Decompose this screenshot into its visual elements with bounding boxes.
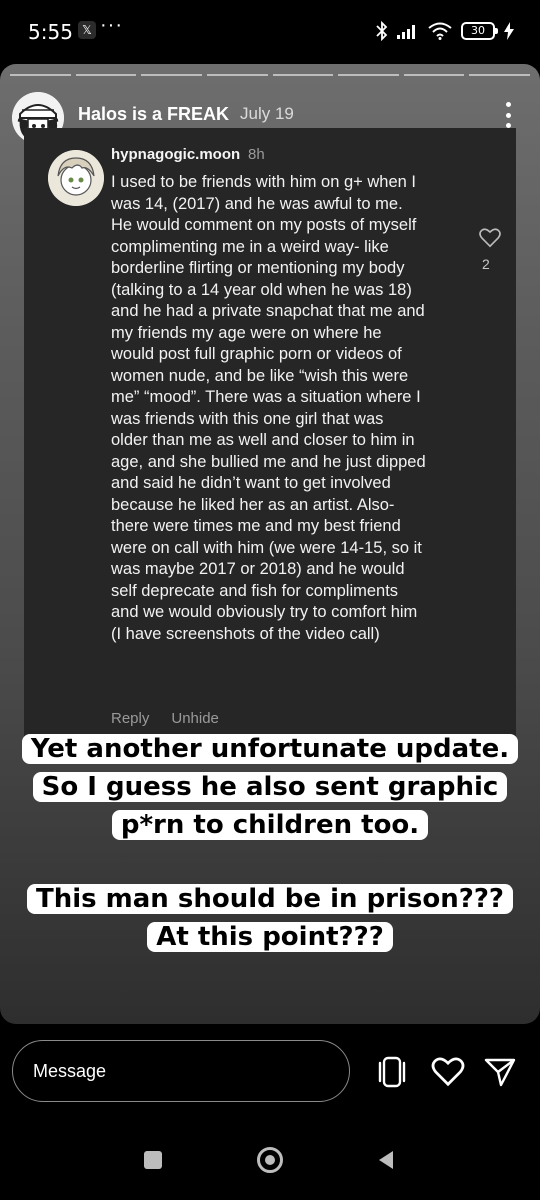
commenter-avatar — [48, 150, 104, 206]
caption-line: At this point??? — [147, 922, 393, 952]
wifi-icon — [428, 22, 452, 40]
caption-line: So I guess he also sent graphic — [32, 772, 508, 802]
comment-like-count: 2 — [482, 256, 490, 272]
caption-line: p*rn to children too. — [111, 810, 429, 840]
recents-square-icon[interactable] — [133, 1140, 173, 1180]
caption-line: Yet another unfortunate update. — [21, 734, 519, 764]
caption-sticker-prison: This man should be in prison??? At this … — [0, 880, 540, 956]
comment-screenshot: hypnagogic.moon 8h I used to be friends … — [24, 128, 516, 740]
status-time: 5:55 — [28, 20, 73, 44]
battery-icon: 30 — [461, 22, 498, 40]
story-view[interactable]: Halos is a FREAK July 19 hypnagogic.moon… — [0, 64, 540, 1024]
send-icon[interactable] — [482, 1054, 518, 1090]
comment-text: I used to be friends with him on g+ when… — [111, 173, 426, 643]
bluetooth-icon — [376, 21, 388, 41]
story-date: July 19 — [240, 104, 294, 123]
unhide-label: Unhide — [171, 710, 219, 727]
message-input[interactable] — [12, 1040, 350, 1102]
commenter-username: hypnagogic.moon — [111, 146, 241, 163]
comment-heart-icon — [479, 228, 501, 248]
reply-label: Reply — [111, 710, 150, 727]
drawn-face-icon — [48, 150, 104, 206]
story-username[interactable]: Halos is a FREAK — [78, 104, 229, 125]
status-icons: 30 — [376, 18, 514, 44]
signal-icon — [397, 25, 415, 39]
caption-line: This man should be in prison??? — [26, 884, 514, 914]
story-progress-bar — [10, 74, 530, 77]
charging-icon — [504, 22, 514, 40]
like-heart-icon[interactable] — [430, 1054, 466, 1090]
more-notifications-icon: ··· — [100, 14, 123, 36]
comment-age: 8h — [248, 146, 265, 163]
back-triangle-icon[interactable] — [366, 1140, 406, 1180]
system-nav-bar — [0, 1120, 540, 1200]
more-options-icon[interactable] — [498, 100, 518, 130]
reply-bar — [0, 1028, 540, 1116]
home-circle-icon[interactable] — [250, 1140, 290, 1180]
x-app-icon: 𝕏 — [78, 21, 96, 39]
caption-sticker-update: Yet another unfortunate update. So I gue… — [0, 730, 540, 844]
comment-actions: Reply Unhide — [111, 710, 219, 727]
status-bar: 5:55 𝕏 ··· 30 — [0, 0, 540, 62]
stickers-icon[interactable] — [374, 1054, 410, 1090]
